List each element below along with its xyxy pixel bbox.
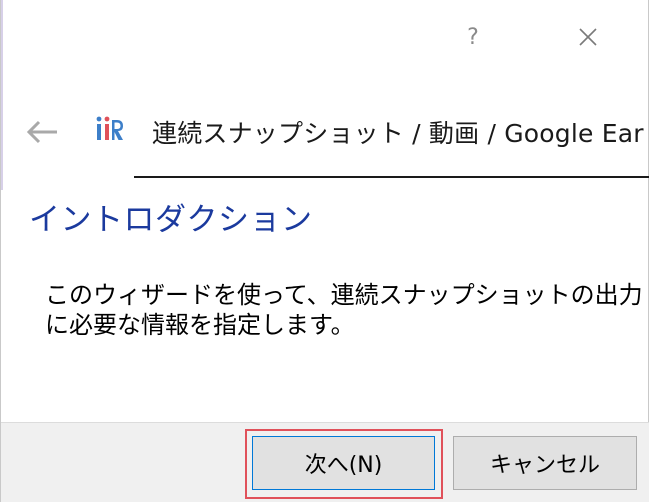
iric-logo-icon [93, 114, 125, 146]
next-button[interactable]: 次へ(N) [252, 436, 435, 490]
close-icon [579, 28, 597, 46]
close-button[interactable] [565, 14, 611, 60]
back-arrow-icon [26, 120, 57, 144]
wizard-window: ? 連続スナップショット / 動画 / Google Ear イントロダクション… [0, 0, 649, 502]
cancel-button[interactable]: キャンセル [453, 436, 637, 490]
help-button[interactable]: ? [450, 14, 496, 60]
wizard-title: 連続スナップショット / 動画 / Google Ear [152, 119, 644, 148]
wizard-header: 連続スナップショット / 動画 / Google Ear [1, 100, 649, 168]
description-line-1: このウィザードを使って、連続スナップショットの出力 [45, 281, 643, 309]
back-button[interactable] [21, 114, 63, 150]
description-line-2: に必要な情報を指定します。 [45, 311, 355, 339]
description-text: このウィザードを使って、連続スナップショットの出力 に必要な情報を指定します。 [45, 280, 645, 340]
page-heading: イントロダクション [29, 202, 313, 238]
help-icon: ? [467, 24, 479, 50]
title-underline [134, 176, 649, 178]
